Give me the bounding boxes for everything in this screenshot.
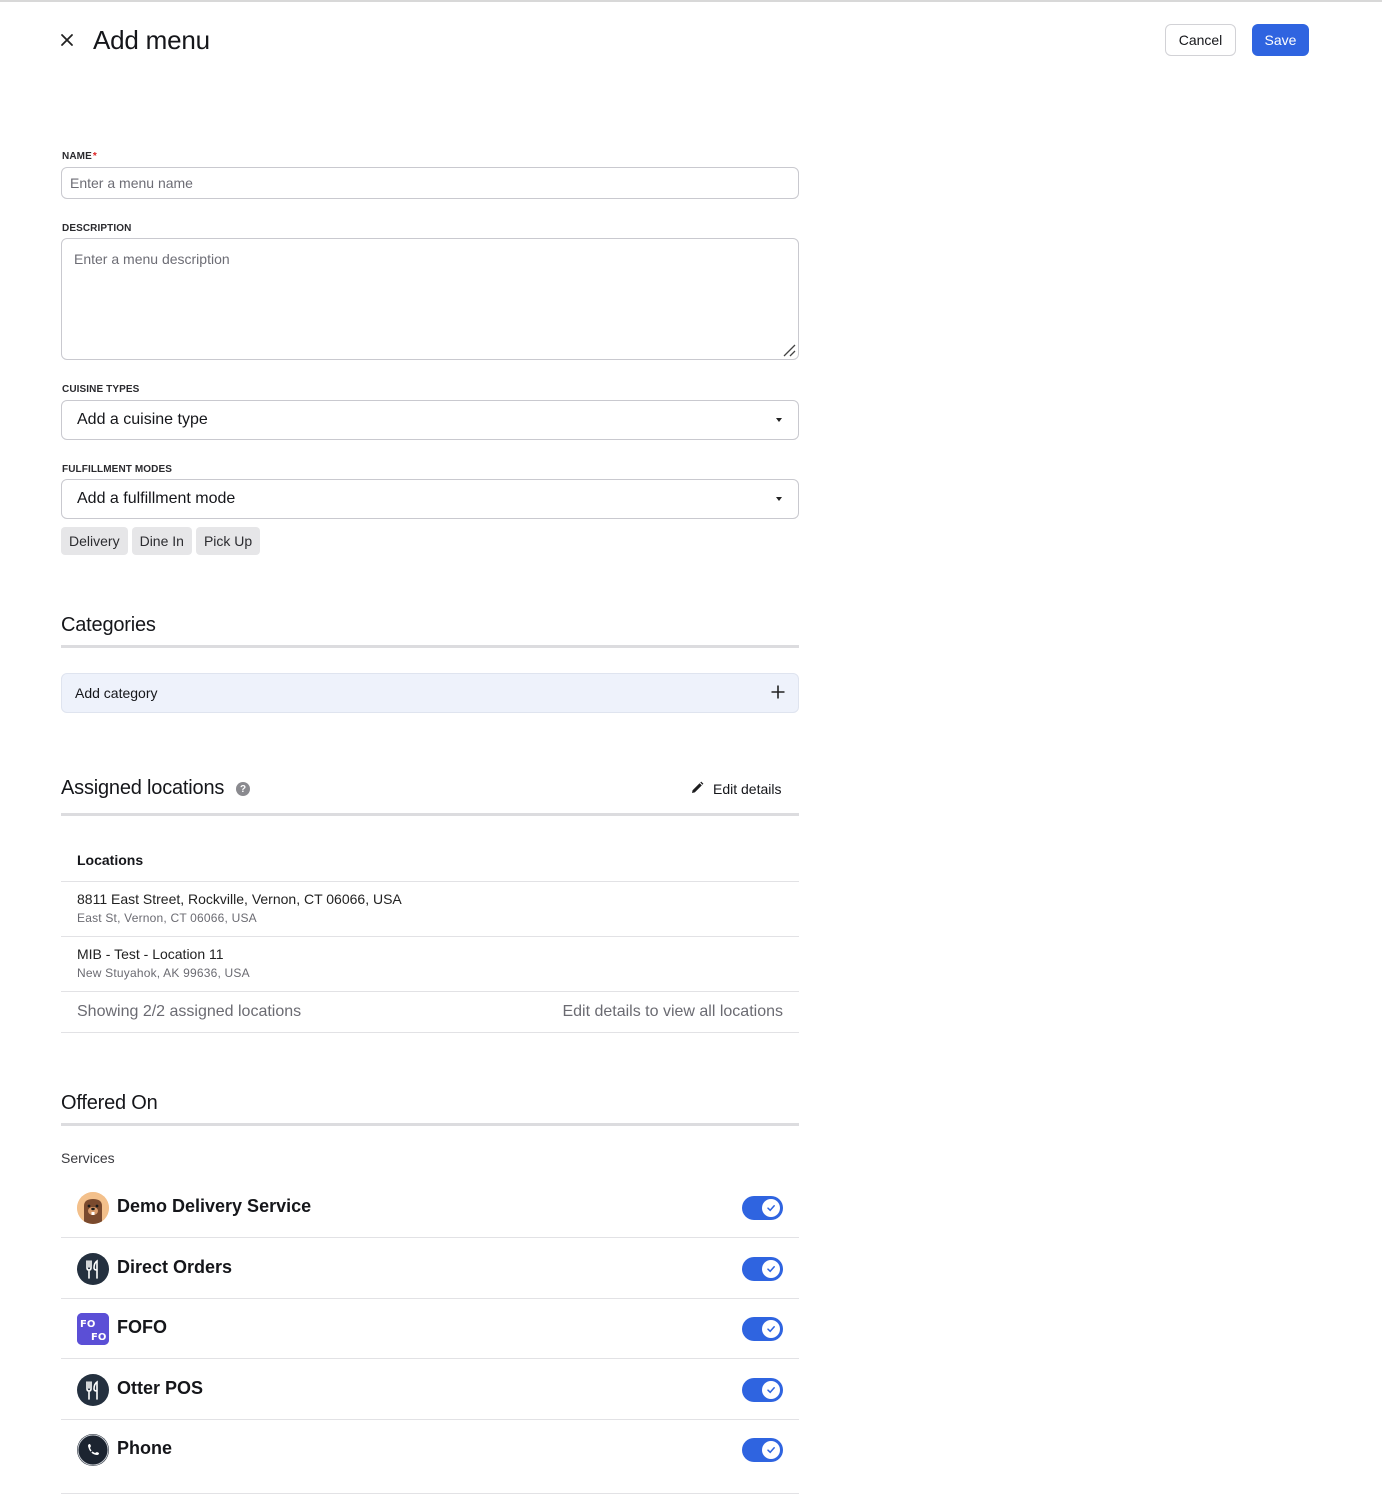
page-title: Add menu bbox=[93, 25, 210, 55]
service-toggle-direct-orders[interactable] bbox=[742, 1257, 783, 1281]
offered-on-title: Offered On bbox=[61, 1092, 158, 1114]
row-divider bbox=[61, 991, 799, 992]
locations-column-header: Locations bbox=[77, 852, 144, 868]
row-divider bbox=[61, 1358, 799, 1359]
close-icon[interactable] bbox=[57, 30, 77, 50]
service-toggle-demo-delivery[interactable] bbox=[742, 1196, 783, 1220]
name-label: NAME* bbox=[62, 151, 97, 162]
plus-icon bbox=[770, 684, 786, 703]
check-icon bbox=[762, 1441, 780, 1459]
offered-on-divider bbox=[61, 1123, 799, 1126]
row-divider bbox=[61, 1032, 799, 1033]
location-1-subaddress: East St, Vernon, CT 06066, USA bbox=[77, 911, 257, 925]
locations-count-text: Showing 2/2 assigned locations bbox=[77, 1003, 302, 1020]
service-row-fofo: FO FO FOFO bbox=[61, 1299, 799, 1359]
add-category-button[interactable]: Add category bbox=[61, 673, 799, 713]
caret-down-icon bbox=[776, 418, 782, 422]
menu-description-input[interactable] bbox=[61, 238, 799, 360]
fulfillment-modes-label: FULFILLMENT MODES bbox=[62, 464, 173, 475]
svg-text:FO: FO bbox=[91, 1332, 106, 1343]
location-2-subaddress: New Stuyahok, AK 99636, USA bbox=[77, 966, 250, 980]
phone-icon bbox=[77, 1434, 109, 1466]
save-button[interactable]: Save bbox=[1252, 24, 1309, 56]
service-name: Otter POS bbox=[117, 1378, 204, 1398]
check-icon bbox=[762, 1199, 780, 1217]
locations-divider bbox=[61, 813, 799, 816]
description-label: DESCRIPTION bbox=[62, 223, 132, 234]
cancel-button[interactable]: Cancel bbox=[1165, 24, 1236, 56]
chip-dine-in[interactable]: Dine In bbox=[131, 527, 192, 555]
beaver-avatar-icon bbox=[77, 1192, 109, 1224]
location-1-address: 8811 East Street, Rockville, Vernon, CT … bbox=[77, 891, 402, 907]
caret-down-icon bbox=[776, 497, 782, 501]
service-name: Direct Orders bbox=[117, 1257, 233, 1277]
service-row-direct-orders: Direct Orders bbox=[61, 1239, 799, 1299]
fork-knife-icon bbox=[77, 1253, 109, 1285]
svg-text:FO: FO bbox=[80, 1319, 95, 1330]
add-category-label: Add category bbox=[75, 685, 158, 701]
view-all-locations-hint: Edit details to view all locations bbox=[562, 1003, 783, 1020]
menu-name-input[interactable] bbox=[61, 167, 799, 199]
assigned-locations-title: Assigned locations bbox=[61, 777, 225, 799]
edit-details-label: Edit details bbox=[713, 781, 782, 797]
location-2-address: MIB - Test - Location 11 bbox=[77, 946, 224, 962]
pencil-icon bbox=[690, 781, 704, 798]
service-name: FOFO bbox=[117, 1317, 167, 1337]
service-row-demo-delivery: Demo Delivery Service bbox=[61, 1178, 799, 1238]
name-label-text: NAME bbox=[62, 151, 92, 162]
cuisine-types-label: CUISINE TYPES bbox=[62, 384, 140, 395]
chip-pick-up[interactable]: Pick Up bbox=[195, 527, 261, 555]
fork-knife-icon bbox=[77, 1374, 109, 1406]
check-icon bbox=[762, 1260, 780, 1278]
row-divider bbox=[61, 936, 799, 937]
required-mark: * bbox=[92, 151, 97, 162]
fofo-logo-icon: FO FO bbox=[77, 1313, 109, 1345]
service-name: Demo Delivery Service bbox=[117, 1196, 312, 1216]
check-icon bbox=[762, 1320, 780, 1338]
cuisine-type-select[interactable]: Add a cuisine type bbox=[61, 400, 799, 440]
fulfillment-mode-placeholder: Add a fulfillment mode bbox=[77, 490, 236, 507]
service-toggle-otter-pos[interactable] bbox=[742, 1378, 783, 1402]
service-name: Phone bbox=[117, 1438, 173, 1458]
service-row-phone: Phone bbox=[61, 1420, 799, 1494]
categories-divider bbox=[61, 645, 799, 648]
services-label: Services bbox=[61, 1150, 115, 1166]
fulfillment-chips: Delivery Dine In Pick Up bbox=[61, 527, 261, 555]
row-divider bbox=[61, 881, 799, 882]
row-divider bbox=[61, 1237, 799, 1238]
question-circle-icon[interactable]: ? bbox=[236, 782, 250, 796]
fulfillment-mode-select[interactable]: Add a fulfillment mode bbox=[61, 479, 799, 519]
service-toggle-phone[interactable] bbox=[742, 1438, 783, 1462]
row-divider bbox=[61, 1493, 799, 1494]
check-icon bbox=[762, 1381, 780, 1399]
top-divider bbox=[0, 0, 1382, 2]
chip-delivery[interactable]: Delivery bbox=[61, 527, 128, 555]
edit-details-button[interactable]: Edit details bbox=[690, 779, 781, 799]
service-toggle-fofo[interactable] bbox=[742, 1317, 783, 1341]
cuisine-type-placeholder: Add a cuisine type bbox=[77, 411, 208, 428]
service-row-otter-pos: Otter POS bbox=[61, 1360, 799, 1420]
resize-handle-icon[interactable] bbox=[781, 342, 797, 358]
categories-title: Categories bbox=[61, 614, 156, 636]
